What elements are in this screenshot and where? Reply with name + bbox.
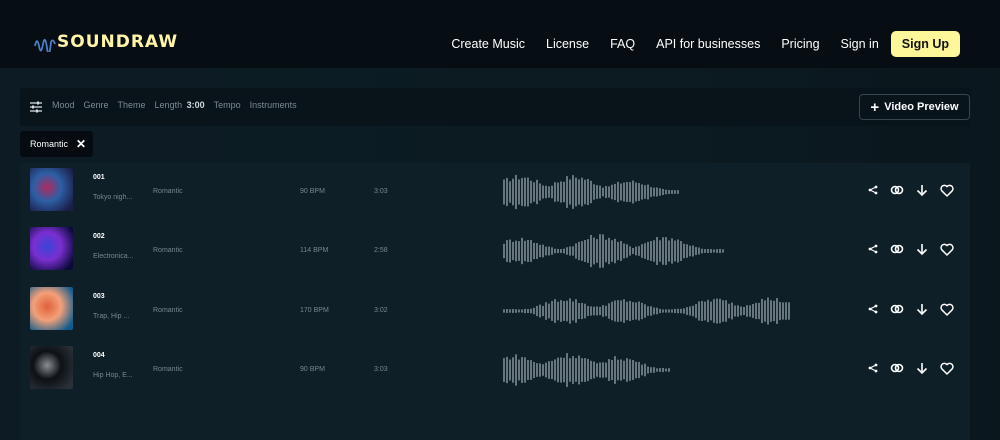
soundraw-logo[interactable]: SOUNDRAW xyxy=(34,32,178,52)
track-duration: 3:03 xyxy=(374,366,388,373)
track-row[interactable]: 002 Electronica... Romantic 114 BPM 2:58 xyxy=(20,222,970,280)
brand-name: SOUNDRAW xyxy=(57,32,179,52)
track-bpm: 114 BPM xyxy=(300,247,329,254)
nav-faq[interactable]: FAQ xyxy=(610,37,635,51)
track-row[interactable]: 004 Hip Hop, E... Romantic 90 BPM 3:03 xyxy=(20,341,970,399)
nav-create-music[interactable]: Create Music xyxy=(451,37,525,51)
sliders-icon[interactable] xyxy=(30,101,42,113)
track-mood: Romantic xyxy=(153,307,183,314)
track-duration: 3:02 xyxy=(374,307,388,314)
filter-tempo[interactable]: Tempo xyxy=(214,100,241,110)
track-cover-image[interactable] xyxy=(30,346,73,389)
heart-icon[interactable] xyxy=(940,184,954,197)
track-duration: 3:03 xyxy=(374,188,388,195)
track-genre: Hip Hop, E... xyxy=(93,372,133,379)
track-bpm: 170 BPM xyxy=(300,307,329,314)
heart-icon[interactable] xyxy=(940,362,954,375)
link-icon[interactable] xyxy=(890,242,904,256)
track-row[interactable]: 001 Tokyo nigh... Romantic 90 BPM 3:03 xyxy=(20,163,970,221)
track-actions xyxy=(868,183,966,197)
video-preview-label: Video Preview xyxy=(884,101,959,113)
video-preview-button[interactable]: + Video Preview xyxy=(859,94,970,120)
heart-icon[interactable] xyxy=(940,303,954,316)
waveform[interactable] xyxy=(480,349,674,391)
chip-label: Romantic xyxy=(30,139,69,149)
waveform[interactable] xyxy=(480,171,684,213)
logo-wave-icon xyxy=(34,38,56,52)
sign-up-button[interactable]: Sign Up xyxy=(890,31,960,57)
active-filter-chip[interactable]: Romantic ✕ xyxy=(20,131,93,157)
nav-api-for-businesses[interactable]: API for businesses xyxy=(656,37,760,51)
filter-list: Mood Genre Theme Length 3:00 Tempo Instr… xyxy=(52,100,306,110)
track-bpm: 90 BPM xyxy=(300,188,325,195)
link-icon[interactable] xyxy=(890,302,904,316)
filter-instruments[interactable]: Instruments xyxy=(250,100,297,110)
link-icon[interactable] xyxy=(890,183,904,197)
download-icon[interactable] xyxy=(916,184,928,197)
track-number: 002 xyxy=(93,233,105,240)
download-icon[interactable] xyxy=(916,303,928,316)
link-icon[interactable] xyxy=(890,361,904,375)
waveform[interactable] xyxy=(480,230,729,272)
share-icon[interactable] xyxy=(868,304,878,314)
track-mood: Romantic xyxy=(153,247,183,254)
track-list: 001 Tokyo nigh... Romantic 90 BPM 3:03 002 Ele… xyxy=(20,163,970,440)
music-browser: Mood Genre Theme Length 3:00 Tempo Instr… xyxy=(0,68,1000,440)
track-number: 003 xyxy=(93,293,105,300)
close-icon[interactable]: ✕ xyxy=(76,137,86,151)
track-genre: Trap, Hip ... xyxy=(93,313,130,320)
track-row[interactable]: 003 Trap, Hip ... Romantic 170 BPM 3:02 xyxy=(20,282,970,340)
filter-length[interactable]: Length 3:00 xyxy=(155,100,205,110)
share-icon[interactable] xyxy=(868,244,878,254)
filter-mood[interactable]: Mood xyxy=(52,100,75,110)
main-nav: Create Music License FAQ API for busines… xyxy=(430,31,960,57)
track-cover-image[interactable] xyxy=(30,168,73,211)
download-icon[interactable] xyxy=(916,362,928,375)
filter-genre[interactable]: Genre xyxy=(84,100,109,110)
track-genre: Electronica... xyxy=(93,253,134,260)
filter-length-value: 3:00 xyxy=(186,100,205,110)
nav-license[interactable]: License xyxy=(546,37,589,51)
heart-icon[interactable] xyxy=(940,243,954,256)
track-number: 004 xyxy=(93,352,105,359)
track-mood: Romantic xyxy=(153,366,183,373)
download-icon[interactable] xyxy=(916,243,928,256)
track-number: 001 xyxy=(93,174,105,181)
track-cover-image[interactable] xyxy=(30,227,73,270)
nav-sign-in[interactable]: Sign in xyxy=(841,37,879,51)
track-actions xyxy=(868,302,966,316)
track-cover-image[interactable] xyxy=(30,287,73,330)
track-actions xyxy=(868,361,966,375)
track-actions xyxy=(868,242,966,256)
track-bpm: 90 BPM xyxy=(300,366,325,373)
share-icon[interactable] xyxy=(868,363,878,373)
plus-icon: + xyxy=(870,98,880,116)
waveform[interactable] xyxy=(480,290,794,332)
track-duration: 2:58 xyxy=(374,247,388,254)
track-genre: Tokyo nigh... xyxy=(93,194,133,201)
share-icon[interactable] xyxy=(868,185,878,195)
filter-length-label: Length xyxy=(154,100,183,110)
top-navbar: SOUNDRAW Create Music License FAQ API fo… xyxy=(0,0,1000,68)
filter-theme[interactable]: Theme xyxy=(118,100,146,110)
track-mood: Romantic xyxy=(153,188,183,195)
nav-pricing[interactable]: Pricing xyxy=(781,37,819,51)
filter-bar: Mood Genre Theme Length 3:00 Tempo Instr… xyxy=(20,88,970,126)
